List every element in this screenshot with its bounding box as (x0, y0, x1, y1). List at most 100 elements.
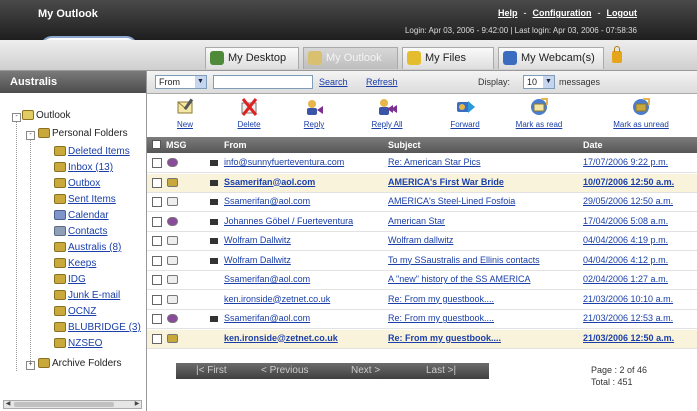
row-date-link[interactable]: 04/04/2006 4:19 p.m. (583, 235, 695, 245)
tree-item-outbox[interactable]: Outbox (54, 177, 100, 191)
mark-as-read-button[interactable]: Mark as read (509, 96, 569, 129)
reply-all-button[interactable]: Reply All (357, 96, 417, 129)
row-subject-link[interactable]: Re: From my guestbook.... (388, 333, 574, 343)
column-header-date[interactable]: Date (583, 140, 603, 150)
mark-as-unread-button[interactable]: Mark as unread (605, 96, 677, 129)
row-subject-link[interactable]: AMERICA's Steel-Lined Fosfoia (388, 196, 574, 206)
row-checkbox[interactable] (152, 158, 162, 168)
row-from-link[interactable]: Ssamerifan@aol.com (224, 177, 374, 187)
row-checkbox[interactable] (152, 255, 162, 266)
table-row[interactable]: Johannes Göbel / Fuerteventura American S… (147, 213, 697, 232)
tab-my-files[interactable]: My Files (402, 47, 494, 69)
row-date-link[interactable]: 21/03/2006 12:50 a.m. (583, 333, 695, 343)
tab-my-desktop[interactable]: My Desktop (205, 47, 299, 69)
tree-item-outlook[interactable]: Outlook (22, 109, 70, 123)
tab-my-outlook[interactable]: My Outlook (303, 47, 398, 69)
expand-outlook-toggle[interactable]: - (12, 113, 21, 122)
row-subject-link[interactable]: Re: From my guestbook.... (388, 294, 574, 304)
tree-item-contacts[interactable]: Contacts (54, 225, 107, 239)
row-date-link[interactable]: 04/04/2006 4:12 p.m. (583, 255, 695, 265)
row-from-link[interactable]: Ssamerifan@aol.com (224, 274, 374, 284)
tab-my-webcams[interactable]: My Webcam(s) (498, 47, 604, 69)
first-page-button[interactable]: |< First (196, 365, 227, 376)
row-checkbox[interactable] (152, 294, 162, 305)
row-checkbox[interactable] (152, 216, 162, 227)
reply-button[interactable]: Reply (284, 96, 344, 129)
table-row[interactable]: ken.ironside@zetnet.co.uk Re: From my gue… (147, 291, 697, 310)
logout-link[interactable]: Logout (607, 8, 638, 18)
tree-item-calendar[interactable]: Calendar (54, 209, 109, 223)
row-subject-link[interactable]: AMERICA's First War Bride (388, 177, 574, 187)
tree-item-archive-folders[interactable]: Archive Folders (38, 357, 121, 371)
row-subject-link[interactable]: Re: From my guestbook.... (388, 313, 574, 323)
next-page-button[interactable]: Next > (351, 365, 380, 376)
lock-icon[interactable] (612, 46, 622, 63)
search-field-select[interactable]: From ▼ (155, 75, 207, 89)
row-from-link[interactable]: Wolfram Dallwitz (224, 255, 374, 265)
tree-item-personal-folders[interactable]: Personal Folders (38, 127, 128, 141)
row-checkbox[interactable] (152, 275, 162, 285)
scroll-right-icon[interactable]: ▶ (133, 401, 141, 408)
scroll-left-icon[interactable]: ◀ (4, 401, 12, 408)
row-date-link[interactable]: 17/07/2006 9:22 p.m. (583, 157, 695, 167)
table-row[interactable]: info@sunnyfuerteventura.com Re: American … (147, 154, 697, 173)
previous-page-button[interactable]: < Previous (261, 365, 309, 376)
table-row[interactable]: Ssamerifan@aol.com AMERICA's Steel-Lined … (147, 193, 697, 212)
column-header-subject[interactable]: Subject (388, 140, 421, 150)
row-date-link[interactable]: 21/03/2006 10:10 a.m. (583, 294, 695, 304)
row-from-link[interactable]: Johannes Göbel / Fuerteventura (224, 216, 374, 226)
search-button[interactable]: Search (319, 77, 348, 87)
row-from-link[interactable]: Wolfram Dallwitz (224, 235, 374, 245)
tree-item-inbox[interactable]: Inbox (13) (54, 161, 113, 175)
forward-button[interactable]: Forward (435, 96, 495, 129)
tree-item-idg[interactable]: IDG (54, 273, 86, 287)
row-checkbox[interactable] (152, 333, 162, 344)
row-checkbox[interactable] (152, 314, 162, 324)
row-checkbox[interactable] (152, 236, 162, 246)
table-row[interactable]: Ssamerifan@aol.com A "new" history of the… (147, 271, 697, 290)
row-date-link[interactable]: 10/07/2006 12:50 a.m. (583, 177, 695, 187)
row-date-link[interactable]: 02/04/2006 1:27 a.m. (583, 274, 695, 284)
last-page-button[interactable]: Last >| (426, 365, 456, 376)
delete-button[interactable]: Delete (219, 96, 279, 129)
tree-item-deleted-items[interactable]: Deleted Items (54, 145, 130, 159)
row-from-link[interactable]: Ssamerifan@aol.com (224, 313, 374, 323)
tree-item-ocnz[interactable]: OCNZ (54, 305, 96, 319)
scrollbar-thumb[interactable] (14, 402, 114, 407)
tree-item-blubridge[interactable]: BLUBRIDGE (3) (54, 321, 141, 335)
new-button[interactable]: New (155, 96, 215, 129)
row-from-link[interactable]: info@sunnyfuerteventura.com (224, 157, 374, 167)
expand-personal-toggle[interactable]: - (26, 131, 35, 140)
row-checkbox[interactable] (152, 177, 162, 188)
row-date-link[interactable]: 21/03/2006 12:53 a.m. (583, 313, 695, 323)
row-subject-link[interactable]: Wolfram dallwitz (388, 235, 574, 245)
row-date-link[interactable]: 29/05/2006 12:50 a.m. (583, 196, 695, 206)
table-row[interactable]: Wolfram Dallwitz To my SSaustralis and El… (147, 252, 697, 271)
row-from-link[interactable]: ken.ironside@zetnet.co.uk (224, 333, 374, 343)
tree-item-sent-items[interactable]: Sent Items (54, 193, 116, 207)
tree-item-junk-email[interactable]: Junk E-mail (54, 289, 120, 303)
display-count-select[interactable]: 10 ▼ (523, 75, 555, 89)
row-subject-link[interactable]: American Star (388, 216, 574, 226)
column-header-from[interactable]: From (224, 140, 247, 150)
tree-item-keeps[interactable]: Keeps (54, 257, 96, 271)
expand-archive-toggle[interactable]: + (26, 361, 35, 370)
row-subject-link[interactable]: To my SSaustralis and Ellinis contacts (388, 255, 574, 265)
row-from-link[interactable]: ken.ironside@zetnet.co.uk (224, 294, 374, 304)
tree-item-australis[interactable]: Australis (8) (54, 241, 121, 255)
table-row[interactable]: ken.ironside@zetnet.co.uk Re: From my gue… (147, 329, 697, 349)
column-header-msg[interactable]: MSG (166, 140, 187, 150)
table-row[interactable]: Ssamerifan@aol.com AMERICA's First War Br… (147, 173, 697, 193)
refresh-button[interactable]: Refresh (366, 77, 398, 87)
table-row[interactable]: Ssamerifan@aol.com Re: From my guestbook.… (147, 310, 697, 329)
search-input[interactable] (213, 75, 313, 89)
tree-item-nzseo[interactable]: NZSEO (54, 337, 102, 351)
table-row[interactable]: Wolfram Dallwitz Wolfram dallwitz 04/04/20… (147, 232, 697, 251)
configuration-link[interactable]: Configuration (533, 8, 592, 18)
row-checkbox[interactable] (152, 197, 162, 207)
row-from-link[interactable]: Ssamerifan@aol.com (224, 196, 374, 206)
help-link[interactable]: Help (498, 8, 518, 18)
row-subject-link[interactable]: A "new" history of the SS AMERICA (388, 274, 574, 284)
select-all-checkbox[interactable] (152, 140, 161, 149)
sidebar-horizontal-scrollbar[interactable]: ◀ ▶ (3, 400, 142, 409)
